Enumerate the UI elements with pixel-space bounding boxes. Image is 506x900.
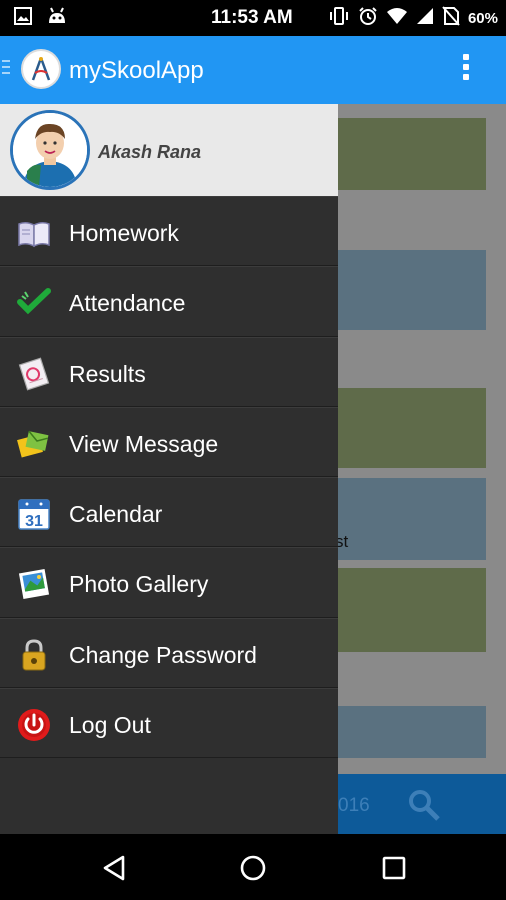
menu-item-homework[interactable]: Homework bbox=[0, 196, 338, 267]
app-logo-icon[interactable] bbox=[21, 49, 61, 89]
power-icon bbox=[16, 707, 52, 743]
alarm-icon bbox=[358, 6, 378, 31]
report-card-icon bbox=[16, 356, 52, 392]
menu-label: Homework bbox=[69, 220, 179, 246]
wifi-icon bbox=[386, 7, 408, 30]
menu-item-photo-gallery[interactable]: Photo Gallery bbox=[0, 547, 338, 618]
profile-header[interactable]: Akash Rana bbox=[0, 104, 338, 196]
recents-icon[interactable] bbox=[376, 850, 412, 886]
menu-label: Change Password bbox=[69, 641, 257, 668]
no-sim-icon bbox=[442, 6, 460, 31]
message-icon bbox=[16, 426, 52, 462]
menu-item-log-out[interactable]: Log Out bbox=[0, 688, 338, 759]
search-icon[interactable] bbox=[407, 788, 441, 827]
drawer-menu: Homework Attendance Results View Message… bbox=[0, 196, 338, 759]
menu-label: Photo Gallery bbox=[69, 571, 209, 598]
checkmark-icon bbox=[16, 285, 52, 321]
app-title: mySkoolApp bbox=[69, 57, 204, 84]
menu-item-attendance[interactable]: Attendance bbox=[0, 266, 338, 337]
profile-name: Akash Rana bbox=[98, 142, 202, 162]
avatar bbox=[10, 110, 90, 190]
menu-item-view-message[interactable]: View Message bbox=[0, 406, 338, 478]
vibrate-icon bbox=[328, 6, 350, 31]
signal-icon bbox=[416, 7, 434, 30]
action-bar: mySkoolApp bbox=[0, 36, 506, 104]
calendar-icon-day: 31 bbox=[25, 513, 43, 530]
photo-gallery-icon bbox=[16, 566, 52, 602]
calendar-icon: 31 bbox=[16, 496, 52, 532]
menu-item-calendar[interactable]: 31 Calendar bbox=[0, 477, 338, 548]
book-icon bbox=[16, 215, 52, 251]
drawer-indicator-icon[interactable] bbox=[2, 60, 10, 78]
battery-level: 60% bbox=[467, 10, 498, 27]
bottom-year-text: 016 bbox=[338, 795, 370, 816]
menu-item-results[interactable]: Results bbox=[0, 336, 338, 407]
menu-label: Results bbox=[69, 360, 146, 387]
menu-label: View Message bbox=[69, 430, 219, 457]
menu-item-change-password[interactable]: Change Password bbox=[0, 617, 338, 689]
android-icon bbox=[46, 7, 68, 30]
navigation-drawer: Akash Rana Homework Attendance Results V… bbox=[0, 104, 338, 834]
overflow-menu-icon[interactable] bbox=[458, 54, 474, 88]
status-time: 11:53 AM bbox=[211, 7, 293, 28]
menu-label: Attendance bbox=[69, 290, 186, 317]
status-bar: 11:53 AM 60% bbox=[0, 0, 506, 36]
image-icon bbox=[14, 7, 32, 30]
menu-label: Calendar bbox=[69, 501, 163, 528]
back-icon[interactable] bbox=[96, 850, 132, 886]
home-icon[interactable] bbox=[235, 850, 271, 886]
menu-label: Log Out bbox=[69, 712, 151, 739]
padlock-icon bbox=[16, 637, 52, 673]
system-navigation-bar bbox=[0, 834, 506, 900]
